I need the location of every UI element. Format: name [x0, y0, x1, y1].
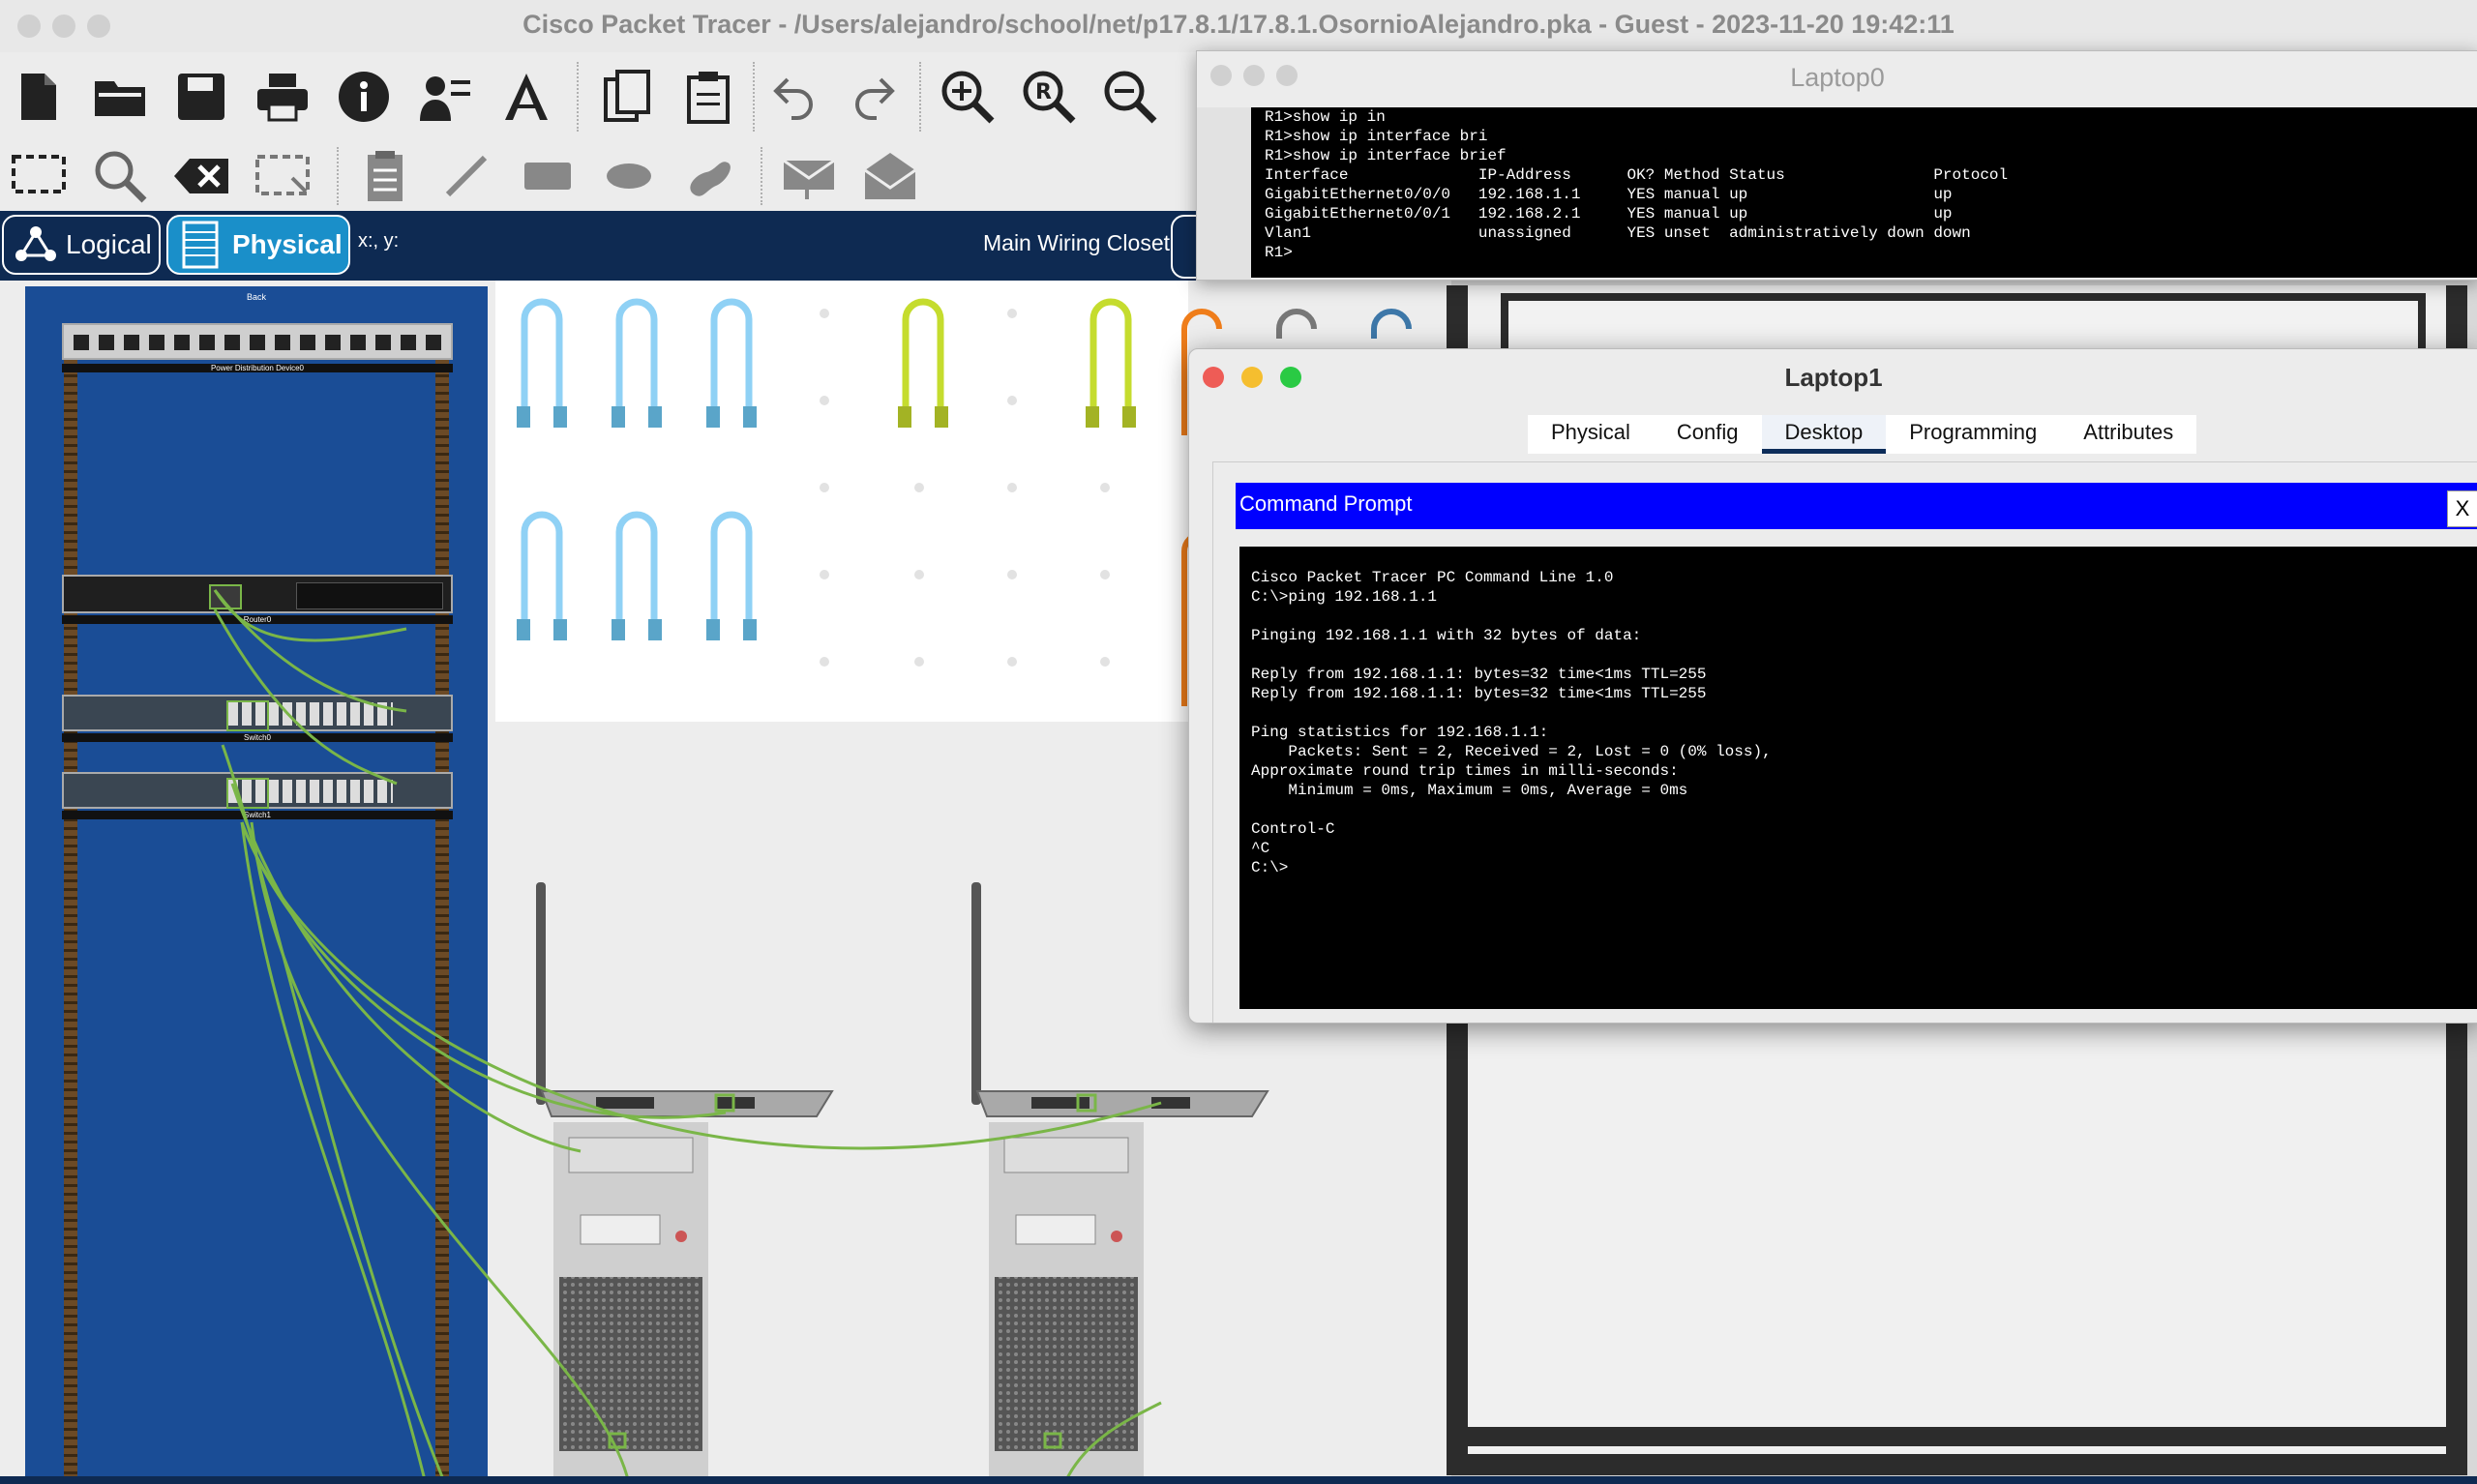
- physical-mode-label: Physical: [232, 229, 343, 259]
- inspect-icon[interactable]: [91, 147, 149, 205]
- laptop1-window-title: Laptop1: [1784, 363, 1883, 392]
- toolbar-separator: [761, 147, 762, 205]
- open-folder-icon[interactable]: [91, 68, 149, 126]
- drawing-toolbar: [0, 141, 1209, 212]
- redo-icon[interactable]: [844, 68, 902, 126]
- shelf-bottom-bar: [1468, 1427, 2446, 1446]
- delete-icon[interactable]: [172, 147, 230, 205]
- tab-desktop[interactable]: Desktop: [1761, 415, 1887, 454]
- cursor-coordinates: x:, y:: [358, 230, 400, 252]
- laptop1-tab-bar: Physical Config Desktop Programming Attr…: [1528, 415, 2197, 454]
- print-icon[interactable]: [254, 68, 312, 126]
- resize-icon[interactable]: [254, 147, 312, 205]
- undo-icon[interactable]: [766, 68, 824, 126]
- rectangle-icon[interactable]: [519, 147, 577, 205]
- svg-text:R: R: [1035, 80, 1052, 104]
- current-location-label: Main Wiring Closet: [983, 230, 1170, 255]
- new-file-icon[interactable]: [10, 68, 68, 126]
- toolbar-separator: [753, 62, 755, 132]
- tab-physical[interactable]: Physical: [1528, 415, 1654, 454]
- select-icon[interactable]: [10, 147, 68, 205]
- zoom-reset-icon[interactable]: R: [1020, 68, 1078, 126]
- freeform-icon[interactable]: [681, 147, 739, 205]
- custom-device-icon[interactable]: [497, 68, 555, 126]
- laptop1-window[interactable]: Laptop1 Physical Config Desktop Programm…: [1188, 348, 2477, 1024]
- laptop1-terminal-output[interactable]: Cisco Packet Tracer PC Command Line 1.0 …: [1239, 547, 2477, 1009]
- copy-icon[interactable]: [598, 68, 656, 126]
- laptop0-window-title: Laptop0: [1790, 63, 1885, 92]
- zoom-in-icon[interactable]: [939, 68, 997, 126]
- toolbar-separator: [337, 147, 339, 205]
- add-complex-pdu-icon[interactable]: [861, 147, 919, 205]
- laptop0-side-panel: [1197, 107, 1251, 280]
- zoom-out-icon[interactable]: [1101, 68, 1159, 126]
- bottom-status-bar: [0, 1476, 2477, 1484]
- toolbar-separator: [919, 62, 921, 132]
- save-icon[interactable]: [172, 68, 230, 126]
- draw-line-icon[interactable]: [437, 147, 495, 205]
- laptop0-terminal-output[interactable]: R1>show ip in R1>show ip interface bri R…: [1251, 107, 2477, 278]
- info-icon[interactable]: [335, 68, 393, 126]
- workspace-mode-bar: Logical Physical x:, y: Main Wiring Clos…: [0, 211, 1233, 281]
- logical-mode-button[interactable]: Logical: [2, 215, 161, 275]
- ellipse-icon[interactable]: [600, 147, 658, 205]
- physical-rack-icon: [182, 221, 219, 269]
- app-titlebar: Cisco Packet Tracer - /Users/alejandro/s…: [0, 0, 2477, 53]
- tab-programming[interactable]: Programming: [1886, 415, 2060, 454]
- main-toolbar: R: [0, 52, 1209, 141]
- logical-mode-label: Logical: [66, 229, 152, 259]
- note-icon[interactable]: [356, 147, 414, 205]
- window-title: Cisco Packet Tracer - /Users/alejandro/s…: [522, 10, 1955, 39]
- toolbar-separator: [577, 62, 579, 132]
- command-prompt-close-button[interactable]: X: [2447, 490, 2477, 527]
- laptop0-window[interactable]: Laptop0 R1>show ip in R1>show ip interfa…: [1196, 50, 2477, 281]
- add-simple-pdu-icon[interactable]: [780, 147, 838, 205]
- logical-topology-icon: [15, 226, 56, 261]
- command-prompt-titlebar: Command Prompt: [1236, 483, 2477, 529]
- tab-config[interactable]: Config: [1654, 415, 1762, 454]
- tab-attributes[interactable]: Attributes: [2060, 415, 2196, 454]
- paste-icon[interactable]: [679, 68, 737, 126]
- physical-mode-button[interactable]: Physical: [166, 215, 350, 275]
- activity-wizard-icon[interactable]: [416, 68, 474, 126]
